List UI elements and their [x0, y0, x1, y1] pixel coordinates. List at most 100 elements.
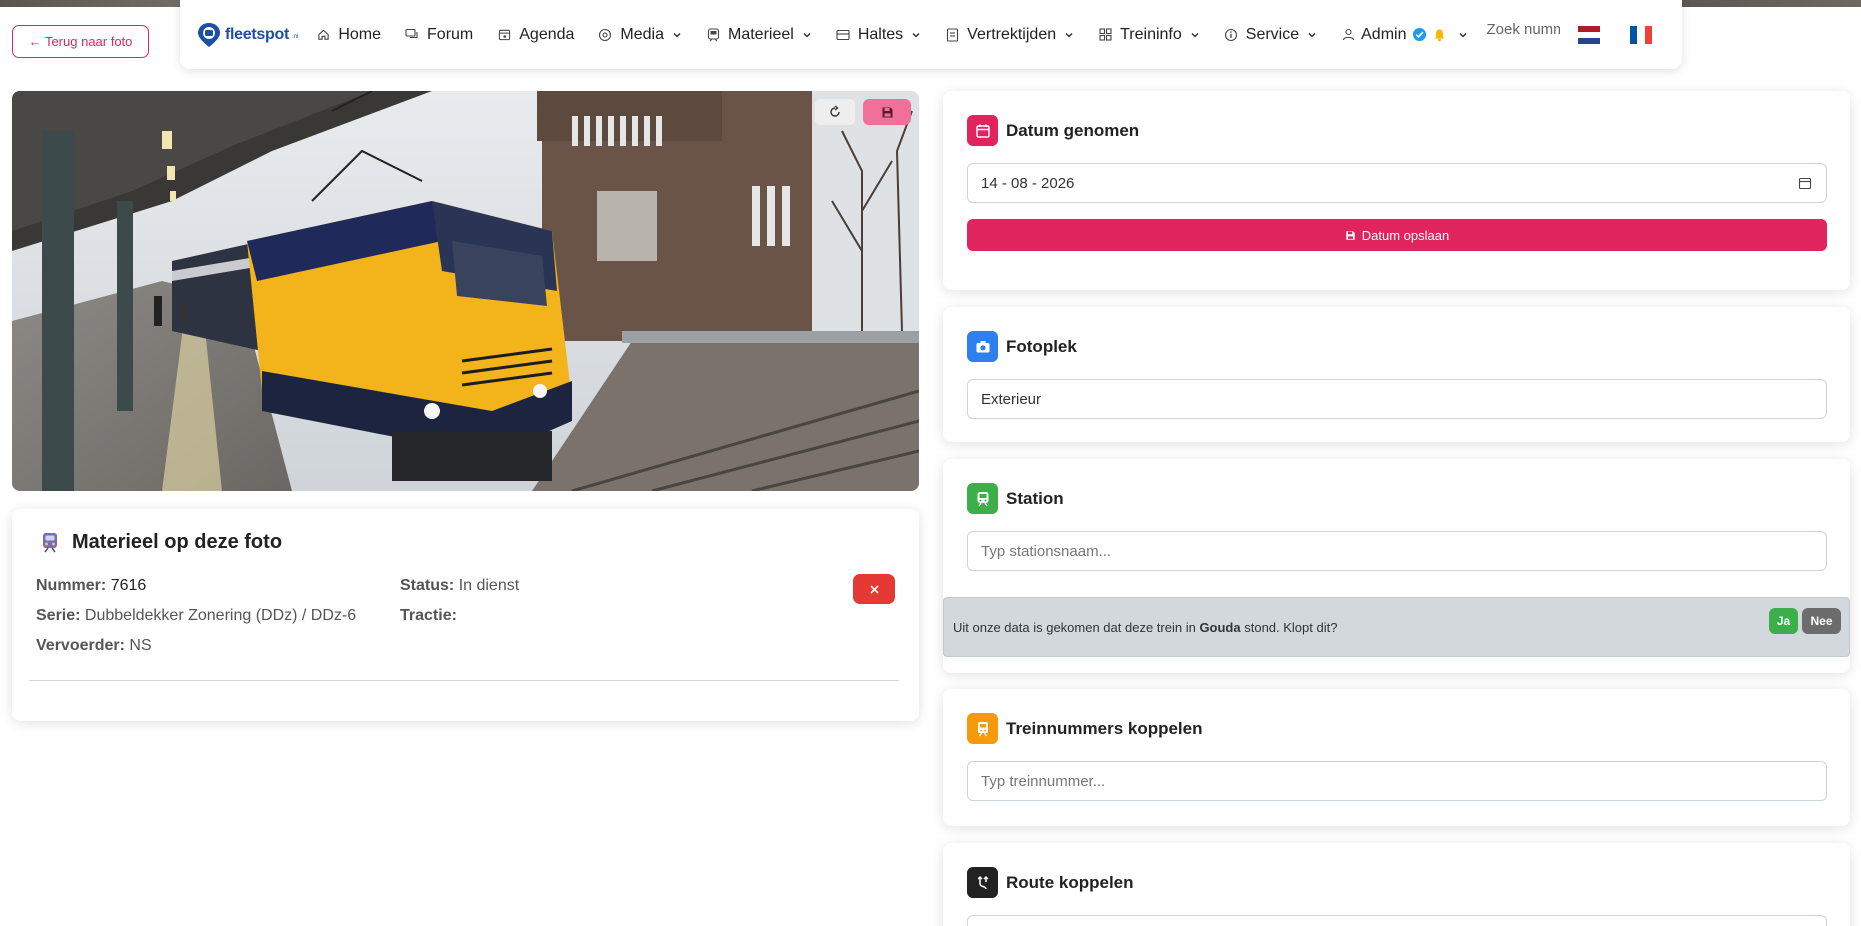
nav-materieel-label: Materieel — [728, 25, 794, 43]
datum-value: 14 - 08 - 2026 — [981, 174, 1075, 192]
fotoplek-heading: Fotoplek — [967, 331, 1077, 362]
nav-haltes-label: Haltes — [857, 25, 904, 43]
fleetspot-logo[interactable]: fleetspot .nl — [196, 21, 298, 49]
nav-service-label: Service — [1245, 25, 1300, 43]
stop-icon — [836, 28, 850, 42]
back-to-photo-button[interactable]: ← Terug naar foto — [12, 25, 149, 58]
materieel-serie: Serie: Dubbeldekker Zonering (DDz) / DDz… — [36, 607, 356, 625]
treinnummers-heading: Treinnummers koppelen — [967, 713, 1203, 744]
station-input[interactable]: Typ stationsnaam... — [967, 531, 1827, 571]
nav-treininfo-label: Treininfo — [1120, 25, 1182, 43]
route-card: Route koppelen — [943, 843, 1850, 926]
chevron-down-icon — [1459, 32, 1468, 38]
chevron-down-icon — [912, 32, 920, 38]
nav-agenda[interactable]: Agenda — [497, 26, 574, 44]
suggestion-yes-button[interactable]: Ja — [1769, 608, 1798, 634]
logo-text: fleetspot — [225, 25, 289, 43]
train-emoji-icon — [43, 532, 57, 552]
save-icon — [1346, 230, 1355, 240]
status-label: Status: — [400, 577, 455, 594]
calendar-icon — [967, 115, 998, 146]
bell-icon[interactable] — [1433, 28, 1446, 42]
nav-haltes[interactable]: Haltes — [836, 26, 921, 44]
chevron-down-icon — [1308, 32, 1316, 38]
treinnummers-title: Treinnummers koppelen — [1006, 718, 1203, 738]
datum-save-label: Datum opslaan — [1361, 227, 1450, 243]
nav-service[interactable]: Service — [1224, 26, 1317, 44]
datum-input[interactable]: 14 - 08 - 2026 — [967, 163, 1827, 203]
fotoplek-card: Fotoplek Exterieur — [943, 307, 1850, 442]
calendar-icon — [497, 28, 511, 42]
route-heading: Route koppelen — [967, 867, 1134, 898]
materieel-nummer: Nummer: 7616 — [36, 577, 146, 595]
fotoplek-value: Exterieur — [981, 390, 1042, 408]
materieel-title: Materieel op deze foto — [40, 531, 282, 554]
datum-save-button[interactable]: Datum opslaan — [967, 219, 1827, 251]
materieel-title-text: Materieel op deze foto — [72, 531, 283, 553]
rotate-photo-button[interactable] — [815, 99, 855, 125]
info-icon — [1224, 28, 1238, 42]
save-photo-button[interactable] — [863, 99, 911, 125]
refresh-icon — [830, 105, 840, 117]
suggestion-no-button[interactable]: Nee — [1802, 608, 1841, 634]
train-icon — [706, 27, 720, 42]
chevron-down-icon — [1065, 32, 1073, 38]
nav-media-label: Media — [620, 25, 664, 43]
verified-badge-icon — [1413, 27, 1427, 42]
nummer-label: Nummer: — [36, 577, 107, 594]
materieel-status: Status: In dienst — [400, 577, 519, 595]
close-icon — [869, 584, 879, 594]
train-photo — [12, 91, 919, 491]
route-title: Route koppelen — [1006, 872, 1134, 892]
station-placeholder: Typ stationsnaam... — [981, 542, 1112, 560]
user-icon — [1341, 28, 1355, 42]
nav-home[interactable]: Home — [316, 26, 381, 44]
remove-materieel-button[interactable] — [853, 574, 895, 604]
nav-home-label: Home — [338, 25, 382, 43]
train-icon — [967, 483, 998, 514]
vervoerder-label: Vervoerder: — [36, 637, 125, 654]
station-heading: Station — [967, 483, 1064, 514]
nav-media[interactable]: Media — [598, 26, 682, 44]
nav-vertrektijden[interactable]: Vertrektijden — [945, 26, 1074, 44]
fotoplek-title: Fotoplek — [1006, 336, 1077, 356]
tractie-label: Tractie: — [400, 607, 457, 624]
train-front-icon — [967, 713, 998, 744]
chevron-down-icon — [803, 32, 811, 38]
list-icon — [945, 27, 959, 42]
treinnummers-card: Treinnummers koppelen Typ treinnummer... — [943, 689, 1850, 826]
suggestion-station: Gouda — [1199, 620, 1241, 635]
treinnummer-input[interactable]: Typ treinnummer... — [967, 761, 1827, 801]
nav-admin-label: Admin — [1361, 25, 1407, 43]
status-value: In dienst — [458, 577, 520, 594]
date-picker-icon[interactable] — [1798, 176, 1812, 190]
serie-label: Serie: — [36, 607, 81, 624]
treinnummer-placeholder: Typ treinnummer... — [981, 772, 1106, 790]
datum-heading: Datum genomen — [967, 115, 1139, 146]
datum-title: Datum genomen — [1006, 120, 1140, 140]
materieel-card: Materieel op deze foto Nummer: 7616 Seri… — [12, 509, 919, 721]
suggestion-text-after: stond. Klopt dit? — [1240, 620, 1338, 635]
logo-pin-icon — [198, 22, 220, 47]
nav-forum[interactable]: Forum — [405, 26, 473, 44]
save-icon — [882, 107, 892, 117]
nl-flag-icon[interactable] — [1578, 25, 1601, 44]
nav-admin[interactable]: Admin — [1341, 26, 1468, 44]
route-icon — [967, 867, 998, 898]
fr-flag-icon[interactable] — [1630, 25, 1653, 44]
materieel-tractie: Tractie: — [400, 607, 457, 625]
nav-vertrektijden-label: Vertrektijden — [967, 25, 1057, 43]
chevron-down-icon — [1191, 32, 1199, 38]
materieel-vervoerder: Vervoerder: NS — [36, 637, 152, 655]
fotoplek-select[interactable]: Exterieur — [967, 379, 1827, 419]
nav-agenda-label: Agenda — [519, 25, 575, 43]
camera-icon — [967, 331, 998, 362]
grid-icon — [1098, 28, 1112, 42]
nav-treininfo[interactable]: Treininfo — [1098, 26, 1200, 44]
media-icon — [598, 28, 612, 42]
search-input[interactable]: Zoek numm — [1486, 21, 1560, 38]
datum-card: Datum genomen 14 - 08 - 2026 Datum opsla… — [943, 91, 1850, 290]
nav-materieel[interactable]: Materieel — [706, 26, 812, 44]
materieel-divider — [29, 680, 899, 681]
route-input[interactable] — [967, 915, 1827, 926]
